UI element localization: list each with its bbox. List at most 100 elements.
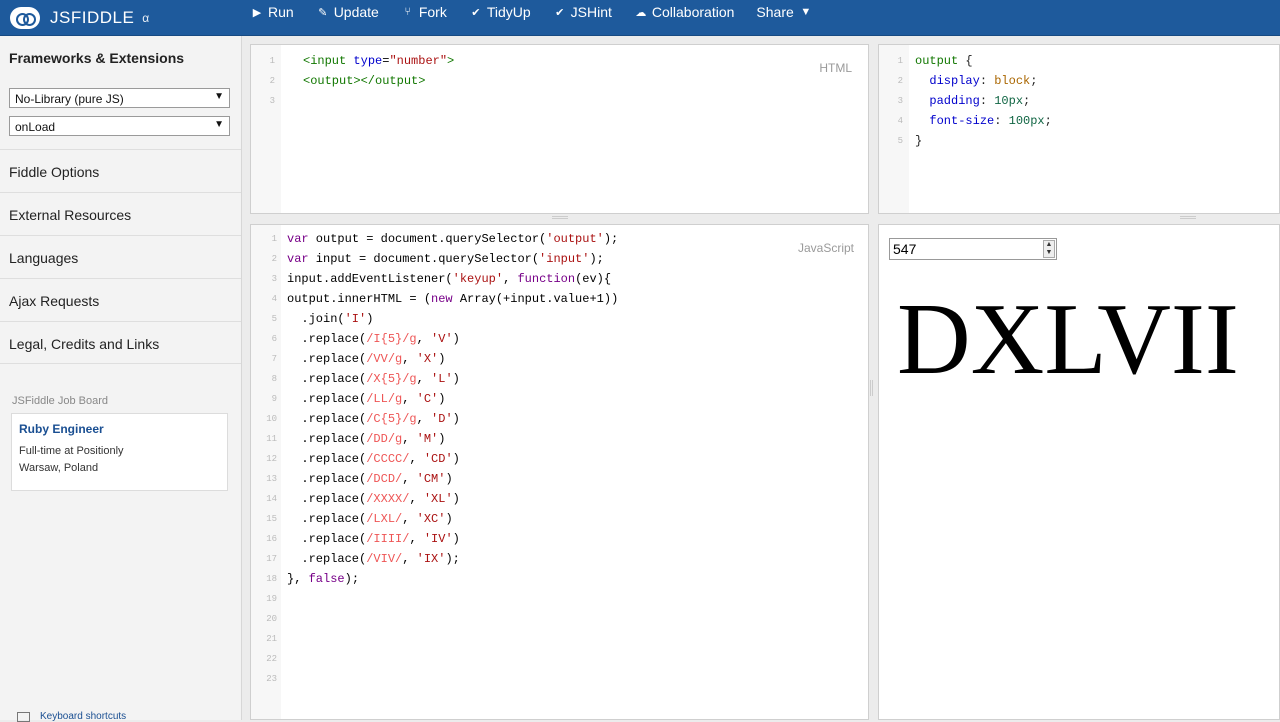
line-number: 12 [266,454,277,464]
cloud-icon: ☁ [635,6,647,19]
job-role-link[interactable]: Ruby Engineer [19,422,220,436]
number-input[interactable]: 547 ▲ ▼ [889,238,1057,260]
line-number: 21 [266,634,277,644]
sidebar-item-languages[interactable]: Languages [0,235,241,278]
code-line: 10 .replace(/C{5}/g, 'D') [251,409,861,429]
css-code: 1 output { 2 display: block; 3 padding: 1… [897,54,1052,148]
share-label: Share [756,4,794,20]
code-line: 19 [251,589,861,609]
line-number: 7 [271,354,277,364]
collaboration-button[interactable]: ☁ Collaboration [634,4,735,20]
run-label: Run [268,4,294,20]
run-button[interactable]: ▶ Run [250,4,294,20]
code-text: .replace(/VIV/, 'IX'); [287,552,460,566]
code-line: 4 output.innerHTML = (new Array(+input.va… [251,289,861,309]
spinner-icon[interactable]: ▲ ▼ [1043,240,1055,258]
job-location: Warsaw, Poland [19,462,99,474]
line-number: 22 [266,654,277,664]
line-number: 18 [266,574,277,584]
code-text: output.innerHTML = (new Array(+input.val… [287,292,619,306]
code-line: 2 <output></output> [269,74,426,88]
logo[interactable]: JSFIDDLE α [10,0,149,36]
library-select[interactable]: No-Library (pure JS) ▼ [9,88,230,108]
code-line: 2 var input = document.querySelector('inp… [251,249,861,269]
vertical-resize-handle[interactable] [870,380,873,396]
html-editor[interactable]: 1 <input type="number"> 2 <output></output… [250,44,869,214]
line-number: 16 [266,534,277,544]
jshint-button[interactable]: ✔ JSHint [553,4,612,20]
sidebar-item-external-resources[interactable]: External Resources [0,192,241,235]
code-text: .replace(/DCD/, 'CM') [287,472,453,486]
frameworks-heading: Frameworks & Extensions [9,50,185,66]
line-number: 4 [271,294,277,304]
code-line: 17 .replace(/VIV/, 'IX'); [251,549,861,569]
code-line: 21 [251,629,861,649]
css-editor[interactable]: 1 output { 2 display: block; 3 padding: 1… [878,44,1280,214]
update-button[interactable]: ✎ Update [316,4,379,20]
play-icon: ▶ [252,6,262,19]
resize-handle[interactable] [552,216,568,219]
dropdown-arrow-icon: ▼ [214,91,224,102]
code-text: .replace(/I{5}/g, 'V') [287,332,460,346]
code-line: 15 .replace(/LXL/, 'XC') [251,509,861,529]
code-line: 9 .replace(/LL/g, 'C') [251,389,861,409]
line-number: 8 [271,374,277,384]
sidebar-item-ajax-requests[interactable]: Ajax Requests [0,278,241,321]
code-text: input.addEventListener('keyup', function… [287,272,612,286]
fork-button[interactable]: ⑂ Fork [401,4,447,20]
load-select[interactable]: onLoad ▼ [9,116,230,136]
code-line: 20 [251,609,861,629]
alpha-mark: α [142,11,150,25]
number-input-value: 547 [893,241,917,257]
library-select-value: No-Library (pure JS) [15,92,124,106]
code-line: 23 [251,669,861,689]
jsfiddle-logo-icon [10,7,40,29]
app-name: JSFIDDLE [50,8,135,27]
line-number: 23 [266,674,277,684]
tidyup-label: TidyUp [486,4,531,20]
line-number: 11 [266,434,277,444]
roman-numeral-output: DXLVII [897,283,1239,396]
code-text: .join('I') [287,312,374,326]
fork-icon: ⑂ [404,6,412,18]
keyboard-shortcuts-label: Keyboard shortcuts [40,711,127,722]
main-menu: ▶ Run ✎ Update ⑂ Fork ✔ TidyUp ✔ JSHint ☁ Coll… [250,0,839,24]
code-line: 14 .replace(/XXXX/, 'XL') [251,489,861,509]
check-icon: ✔ [555,6,565,19]
code-text: .replace(/IIII/, 'IV') [287,532,460,546]
line-number: 13 [266,474,277,484]
code-line: 8 .replace(/X{5}/g, 'L') [251,369,861,389]
tidyup-button[interactable]: ✔ TidyUp [469,4,531,20]
code-text: var output = document.querySelector('out… [287,232,619,246]
sidebar: Frameworks & Extensions No-Library (pure… [0,36,242,722]
sidebar-item-legal-credits[interactable]: Legal, Credits and Links [0,321,241,364]
keyboard-icon [17,711,30,722]
line-number: 10 [266,414,277,424]
top-bar: JSFIDDLE α ▶ Run ✎ Update ⑂ Fork ✔ TidyUp ✔ J… [0,0,1280,36]
job-board-card[interactable]: Ruby Engineer Full-time at Positionly Wa… [11,413,228,491]
job-board-title: JSFiddle Job Board [12,395,108,407]
javascript-panel-label: JavaScript [797,241,854,255]
code-line: 5 .join('I') [251,309,861,329]
jshint-label: JSHint [570,4,612,20]
javascript-editor[interactable]: 1 var output = document.querySelector('ou… [250,224,869,720]
collaboration-label: Collaboration [651,4,735,20]
line-number: 14 [266,494,277,504]
html-code: 1 <input type="number"> 2 <output></output… [251,51,851,111]
dropdown-arrow-icon: ▼ [214,119,224,130]
code-line: 3 input.addEventListener('keyup', functio… [251,269,861,289]
line-number: 2 [271,254,277,264]
code-line: 12 .replace(/CCCC/, 'CD') [251,449,861,469]
share-button[interactable]: Share ▼ [756,4,816,20]
load-select-value: onLoad [15,120,56,134]
code-line: 6 .replace(/I{5}/g, 'V') [251,329,861,349]
line-number: 15 [266,514,277,524]
line-number: 17 [266,554,277,564]
resize-handle[interactable] [1180,216,1196,219]
check-icon: ✔ [471,6,481,19]
sidebar-item-fiddle-options[interactable]: Fiddle Options [0,149,241,192]
keyboard-shortcuts-link[interactable]: Keyboard shortcuts [17,711,126,722]
code-text: .replace(/LXL/, 'XC') [287,512,453,526]
line-number: 19 [266,594,277,604]
code-text: .replace(/LL/g, 'C') [287,392,446,406]
